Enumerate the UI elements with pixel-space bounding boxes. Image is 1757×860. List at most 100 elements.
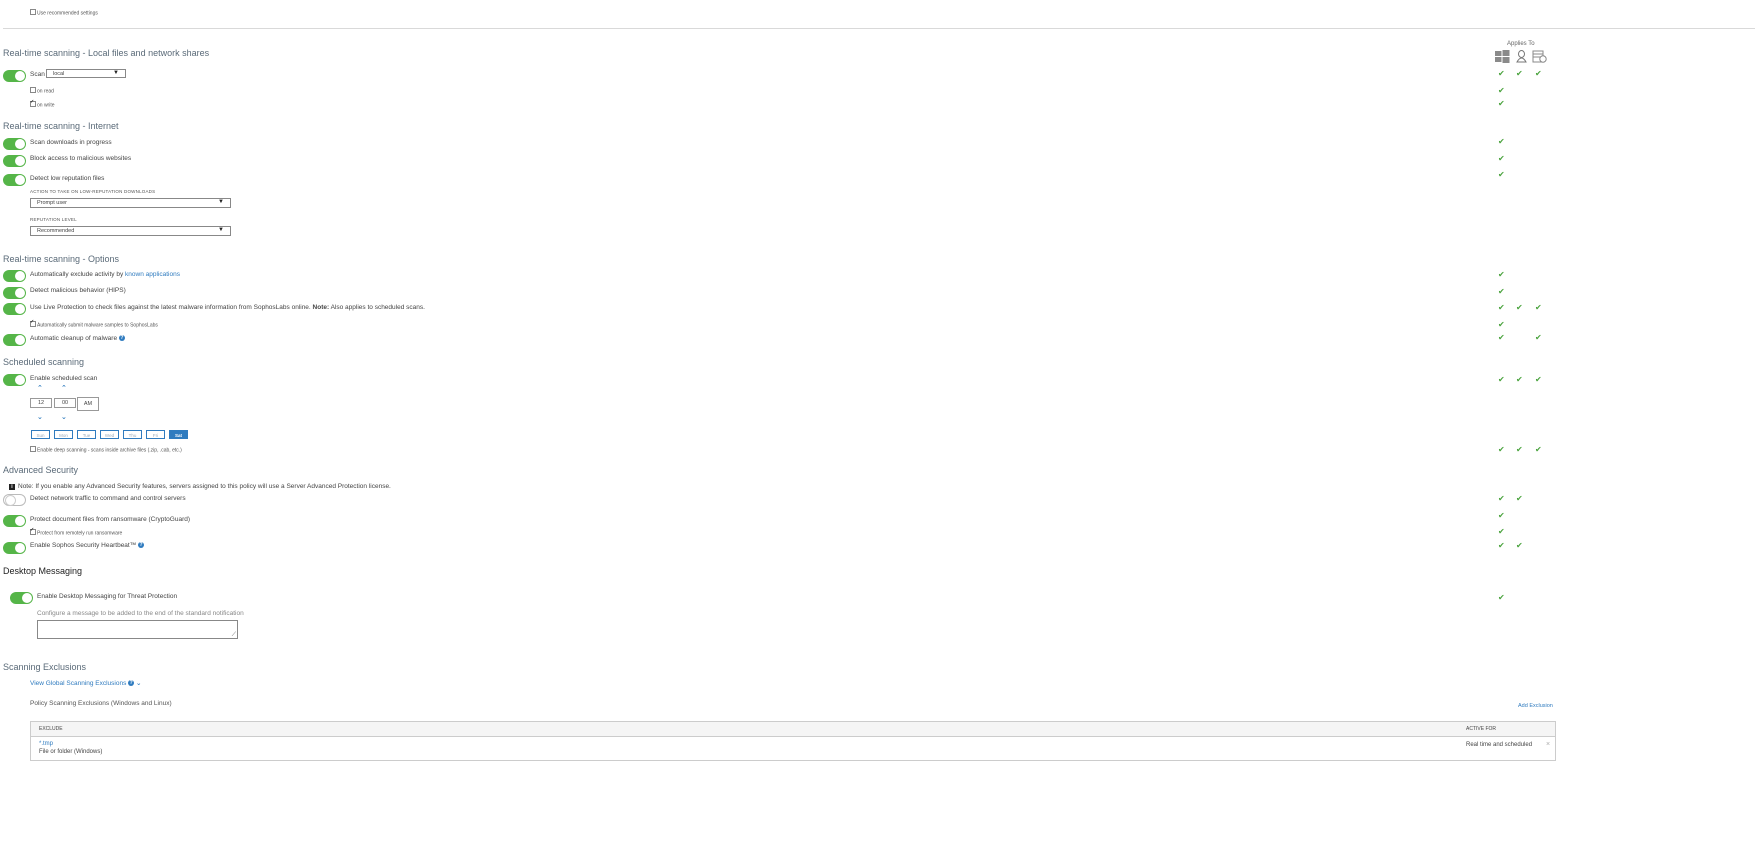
delete-icon[interactable]: × xyxy=(1546,741,1550,748)
scheduled-scan-toggle[interactable] xyxy=(3,374,26,386)
applies-check-icon: ✔ xyxy=(1498,527,1505,536)
live-protection-toggle[interactable] xyxy=(3,303,26,315)
message-textarea[interactable] xyxy=(37,620,238,639)
applies-check-icon: ✔ xyxy=(1516,494,1523,503)
hour-up-icon[interactable]: ⌃ xyxy=(37,385,43,392)
use-recommended-checkbox[interactable]: Use recommended settings xyxy=(30,9,98,16)
scan-select[interactable]: local ▼ xyxy=(46,69,126,78)
caret-down-icon: ▼ xyxy=(218,199,224,205)
applies-check-icon: ✔ xyxy=(1516,541,1523,550)
auto-exclude-label: Automatically exclude activity by known … xyxy=(30,271,180,278)
caret-down-icon: ▼ xyxy=(218,227,224,233)
scan-label: Scan xyxy=(30,71,45,78)
server-icon xyxy=(1532,50,1547,63)
auto-exclude-toggle[interactable] xyxy=(3,270,26,282)
day-thu-button[interactable]: Thu xyxy=(123,430,142,439)
desktop-messaging-toggle[interactable] xyxy=(10,592,33,604)
scan-downloads-toggle[interactable] xyxy=(3,138,26,150)
applies-check-icon: ✔ xyxy=(1498,494,1505,503)
applies-check-icon: ✔ xyxy=(1498,170,1505,179)
day-fri-button[interactable]: Fri xyxy=(146,430,165,439)
checkbox-checked-icon xyxy=(30,527,36,535)
heartbeat-label: Enable Sophos Security Heartbeat™ ? xyxy=(30,542,145,549)
applies-check-icon: ✔ xyxy=(1498,511,1505,520)
network-traffic-toggle[interactable] xyxy=(3,494,26,506)
deep-scan-checkbox[interactable]: Enable deep scanning - scans inside arch… xyxy=(30,446,182,453)
applies-check-icon: ✔ xyxy=(1498,445,1505,454)
add-exclusion-link[interactable]: Add Exclusion xyxy=(1518,703,1553,709)
day-mon-button[interactable]: Mon xyxy=(54,430,73,439)
day-sat-button[interactable]: Sat xyxy=(169,430,188,439)
network-traffic-label: Detect network traffic to command and co… xyxy=(30,495,186,502)
checkbox-checked-icon xyxy=(30,99,36,107)
applies-check-icon: ✔ xyxy=(1498,541,1505,550)
applies-check-icon: ✔ xyxy=(1516,375,1523,384)
applies-check-icon: ✔ xyxy=(1498,270,1505,279)
detect-low-rep-toggle[interactable] xyxy=(3,174,26,186)
live-protection-label: Use Live Protection to check files again… xyxy=(30,304,425,311)
section-title-advanced: Advanced Security xyxy=(3,465,79,475)
section-title-local: Real-time scanning - Local files and net… xyxy=(3,48,210,58)
exclusion-type: File or folder (Windows) xyxy=(39,749,103,755)
reputation-level-select[interactable]: Recommended ▼ xyxy=(30,226,231,236)
applies-check-icon: ✔ xyxy=(1498,137,1505,146)
checkbox-icon xyxy=(30,9,36,15)
exclusion-pattern[interactable]: *.tmp xyxy=(39,741,53,747)
applies-to-label: Applies To xyxy=(1507,41,1535,47)
checkbox-checked-icon xyxy=(30,319,36,327)
col-exclude-header: EXCLUDE xyxy=(39,726,63,732)
applies-check-icon: ✔ xyxy=(1535,333,1542,342)
submit-samples-checkbox[interactable]: Automatically submit malware samples to … xyxy=(30,319,158,328)
table-row[interactable]: *.tmp File or folder (Windows) Real time… xyxy=(31,737,1555,761)
hour-input[interactable]: 12 xyxy=(30,398,52,408)
applies-check-icon: ✔ xyxy=(1535,69,1542,78)
configure-message-label: Configure a message to be added to the e… xyxy=(37,610,244,617)
help-icon[interactable]: ? xyxy=(138,542,145,549)
remote-ransomware-checkbox[interactable]: Protect from remotely run ransomware xyxy=(30,527,122,536)
hour-down-icon[interactable]: ⌄ xyxy=(37,414,43,421)
minute-input[interactable]: 00 xyxy=(54,398,76,408)
caret-down-icon: ▼ xyxy=(113,70,119,76)
linux-icon xyxy=(1516,50,1527,63)
scan-toggle[interactable] xyxy=(3,70,26,82)
day-sun-button[interactable]: Sun xyxy=(31,430,50,439)
cryptoguard-toggle[interactable] xyxy=(3,515,26,527)
applies-check-icon: ✔ xyxy=(1498,593,1505,602)
action-select[interactable]: Prompt user ▼ xyxy=(30,198,231,208)
block-access-label: Block access to malicious websites xyxy=(30,155,132,162)
policy-exclusions-title: Policy Scanning Exclusions (Windows and … xyxy=(30,700,172,707)
windows-icon xyxy=(1495,50,1510,63)
applies-check-icon: ✔ xyxy=(1498,154,1505,163)
day-wed-button[interactable]: Wed xyxy=(100,430,119,439)
desktop-messaging-label: Enable Desktop Messaging for Threat Prot… xyxy=(37,593,178,600)
view-global-exclusions-link[interactable]: View Global Scanning Exclusions ? ⌄ xyxy=(30,679,141,687)
help-icon[interactable]: ? xyxy=(128,680,135,687)
advanced-note: i Note: If you enable any Advanced Securi… xyxy=(9,483,391,490)
info-icon: i xyxy=(9,484,15,490)
table-header: EXCLUDE ACTIVE FOR xyxy=(31,722,1555,737)
heartbeat-toggle[interactable] xyxy=(3,542,26,554)
day-tue-button[interactable]: Tue xyxy=(77,430,96,439)
hips-toggle[interactable] xyxy=(3,287,26,299)
section-title-messaging: Desktop Messaging xyxy=(3,566,83,576)
on-read-checkbox[interactable]: on read xyxy=(30,87,54,94)
known-applications-link[interactable]: known applications xyxy=(125,271,180,278)
applies-check-icon: ✔ xyxy=(1516,69,1523,78)
auto-cleanup-toggle[interactable] xyxy=(3,334,26,346)
applies-check-icon: ✔ xyxy=(1498,320,1505,329)
minute-up-icon[interactable]: ⌃ xyxy=(61,385,67,392)
exclusions-table: EXCLUDE ACTIVE FOR *.tmp File or folder … xyxy=(30,721,1556,761)
minute-down-icon[interactable]: ⌄ xyxy=(61,414,67,421)
applies-check-icon: ✔ xyxy=(1516,303,1523,312)
applies-check-icon: ✔ xyxy=(1498,99,1505,108)
on-write-checkbox[interactable]: on write xyxy=(30,99,55,108)
applies-check-icon: ✔ xyxy=(1498,303,1505,312)
hips-label: Detect malicious behavior (HIPS) xyxy=(30,287,126,294)
applies-check-icon: ✔ xyxy=(1516,445,1523,454)
ampm-button[interactable]: AM xyxy=(77,397,99,411)
chevron-down-icon[interactable]: ⌄ xyxy=(136,680,141,687)
section-title-internet: Real-time scanning - Internet xyxy=(3,121,119,131)
help-icon[interactable]: ? xyxy=(118,335,125,342)
detect-low-rep-label: Detect low reputation files xyxy=(30,175,105,182)
block-access-toggle[interactable] xyxy=(3,155,26,167)
